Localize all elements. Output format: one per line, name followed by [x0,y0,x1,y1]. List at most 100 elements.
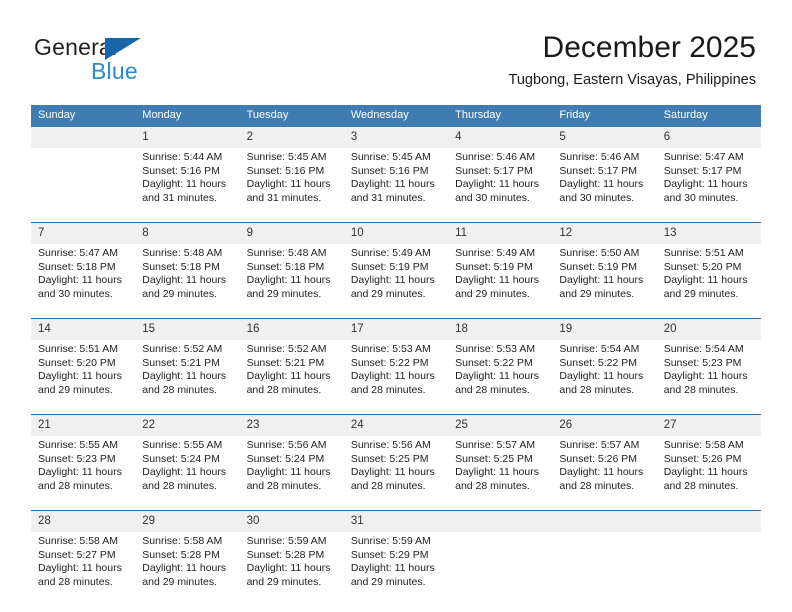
day-number[interactable]: 14 [31,318,136,340]
sunrise-text: Sunrise: 5:54 AM [663,343,744,355]
sunset-text: Sunset: 5:24 PM [142,452,220,465]
day-number [448,510,553,532]
day-number[interactable]: 1 [135,127,240,148]
day-number[interactable]: 2 [239,127,344,148]
sunset-text: Sunset: 5:17 PM [455,164,533,177]
sunrise-sunset-calendar-table: Sunday Monday Tuesday Wednesday Thursday… [31,105,761,606]
daylight-text-line1: Daylight: 11 hours [246,466,331,479]
sunrise-text: Sunrise: 5:45 AM [350,151,431,163]
day-cell [31,148,136,223]
sunrise-text: Sunrise: 5:45 AM [246,151,327,163]
sunset-text: Sunset: 5:27 PM [38,548,116,561]
day-number[interactable]: 20 [656,318,761,340]
sunset-text: Sunset: 5:16 PM [350,164,429,177]
day-number[interactable]: 12 [552,222,657,244]
day-number[interactable]: 7 [31,222,136,244]
daylight-text-line1: Daylight: 11 hours [38,370,122,383]
day-number[interactable]: 6 [656,127,761,148]
day-number[interactable]: 21 [31,414,136,436]
sunset-text: Sunset: 5:28 PM [142,548,220,561]
sunrise-text: Sunrise: 5:47 AM [663,151,744,163]
day-cell: Sunrise: 5:53 AM Sunset: 5:22 PM Dayligh… [343,340,449,415]
sunset-text: Sunset: 5:21 PM [142,356,220,369]
day-number[interactable]: 25 [448,414,553,436]
daylight-text-line1: Daylight: 11 hours [142,466,227,479]
daylight-text-line1: Daylight: 11 hours [663,178,748,191]
day-number[interactable]: 8 [135,222,240,244]
day-number[interactable]: 23 [239,414,344,436]
day-number[interactable]: 22 [135,414,240,436]
sunset-text: Sunset: 5:24 PM [246,452,325,465]
sunset-text: Sunset: 5:28 PM [246,548,325,561]
day-cell [656,532,761,606]
day-cell: Sunrise: 5:45 AM Sunset: 5:16 PM Dayligh… [343,148,449,223]
day-number[interactable]: 5 [552,127,657,148]
sunset-text: Sunset: 5:26 PM [559,452,638,465]
day-number[interactable]: 26 [552,414,657,436]
day-number[interactable]: 9 [239,222,344,244]
day-cell: Sunrise: 5:48 AM Sunset: 5:18 PM Dayligh… [135,244,240,319]
daylight-text-line2: and 29 minutes. [455,287,530,300]
daylight-text-line1: Daylight: 11 hours [350,274,435,287]
daylight-text-line2: and 29 minutes. [142,287,217,300]
daylight-text-line1: Daylight: 11 hours [559,178,644,191]
day-number[interactable]: 15 [135,318,240,340]
day-number[interactable]: 31 [343,510,449,532]
title-block: December 2025 Tugbong, Eastern Visayas, … [509,30,756,89]
sunset-text: Sunset: 5:22 PM [455,356,533,369]
sunrise-text: Sunrise: 5:55 AM [38,439,118,451]
day-cell: Sunrise: 5:56 AM Sunset: 5:25 PM Dayligh… [343,436,449,511]
day-cell: Sunrise: 5:50 AM Sunset: 5:19 PM Dayligh… [552,244,657,319]
day-number[interactable]: 28 [31,510,136,532]
week-row-daynumbers: 1 2 3 4 5 6 [31,127,761,148]
day-number[interactable]: 24 [343,414,449,436]
sunset-text: Sunset: 5:18 PM [38,260,116,273]
daylight-text-line2: and 28 minutes. [350,479,426,492]
day-number[interactable]: 19 [552,318,657,340]
daylight-text-line1: Daylight: 11 hours [246,178,331,191]
daylight-text-line1: Daylight: 11 hours [38,274,122,287]
day-cell: Sunrise: 5:58 AM Sunset: 5:27 PM Dayligh… [31,532,136,606]
sunset-text: Sunset: 5:26 PM [663,452,742,465]
daylight-text-line1: Daylight: 11 hours [350,466,435,479]
sunset-text: Sunset: 5:20 PM [38,356,116,369]
day-number[interactable]: 3 [343,127,449,148]
logo-text-blue: Blue [91,58,138,84]
daylight-text-line2: and 29 minutes. [663,287,739,300]
day-number[interactable]: 18 [448,318,553,340]
daylight-text-line1: Daylight: 11 hours [455,178,539,191]
general-blue-logo[interactable]: General Blue [34,34,214,86]
sunset-text: Sunset: 5:29 PM [350,548,429,561]
daylight-text-line2: and 28 minutes. [559,479,635,492]
day-number[interactable]: 17 [343,318,449,340]
daylight-text-line1: Daylight: 11 hours [246,274,331,287]
column-header-wednesday: Wednesday [343,105,449,127]
week-row-daynumbers: 28 29 30 31 [31,510,761,532]
daylight-text-line1: Daylight: 11 hours [350,562,435,575]
day-number[interactable]: 30 [239,510,344,532]
page-subtitle: Tugbong, Eastern Visayas, Philippines [508,72,756,88]
day-number[interactable]: 16 [239,318,344,340]
daylight-text-line1: Daylight: 11 hours [559,466,644,479]
daylight-text-line2: and 31 minutes. [246,191,322,204]
day-number[interactable]: 11 [448,222,553,244]
daylight-text-line1: Daylight: 11 hours [142,370,227,383]
day-cell: Sunrise: 5:49 AM Sunset: 5:19 PM Dayligh… [448,244,553,319]
day-number[interactable]: 29 [135,510,240,532]
sunrise-text: Sunrise: 5:55 AM [142,439,223,451]
day-number[interactable]: 27 [656,414,761,436]
day-cell: Sunrise: 5:57 AM Sunset: 5:26 PM Dayligh… [552,436,657,511]
day-number[interactable]: 4 [448,127,553,148]
day-number[interactable]: 13 [656,222,761,244]
week-row-details: Sunrise: 5:51 AM Sunset: 5:20 PM Dayligh… [31,340,761,415]
day-number[interactable]: 10 [343,222,449,244]
daylight-text-line2: and 28 minutes. [38,479,113,492]
day-cell: Sunrise: 5:53 AM Sunset: 5:22 PM Dayligh… [448,340,553,415]
sunset-text: Sunset: 5:21 PM [246,356,325,369]
daylight-text-line1: Daylight: 11 hours [142,562,227,575]
sunrise-text: Sunrise: 5:58 AM [663,439,744,451]
daylight-text-line2: and 31 minutes. [142,191,217,204]
daylight-text-line1: Daylight: 11 hours [142,178,227,191]
daylight-text-line2: and 30 minutes. [559,191,635,204]
daylight-text-line1: Daylight: 11 hours [350,178,435,191]
